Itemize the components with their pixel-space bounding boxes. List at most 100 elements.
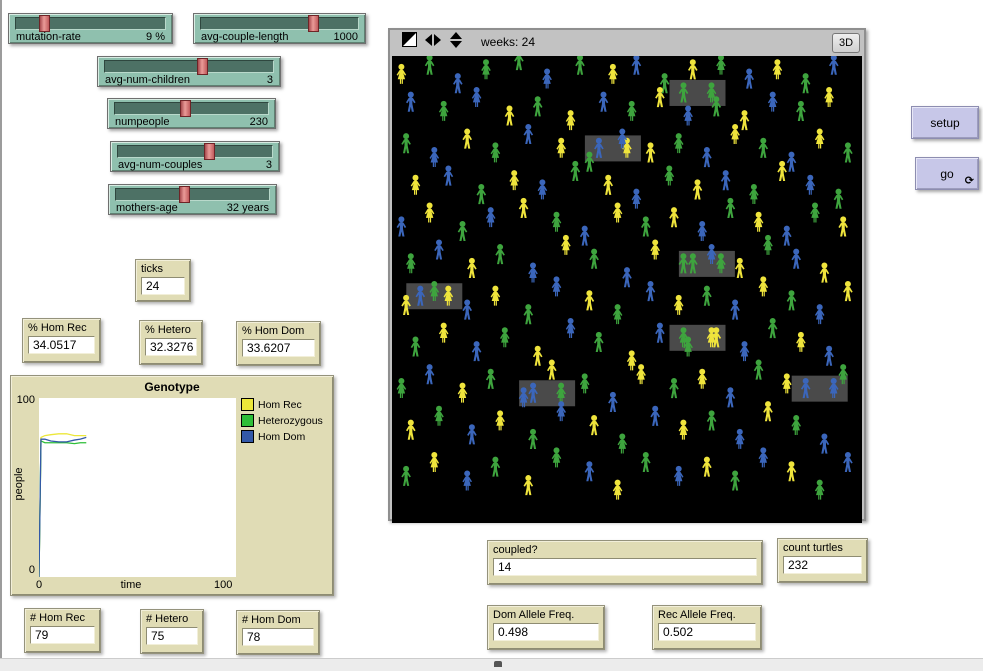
legend-swatch-heterozygous <box>241 414 254 427</box>
monitor-ticks: ticks 24 <box>135 259 191 302</box>
slider-label: avg-num-couples <box>118 159 202 171</box>
slider-handle[interactable] <box>204 143 215 160</box>
legend-item: Heterozygous <box>241 414 323 427</box>
monitor-label: Rec Allele Freq. <box>658 609 756 621</box>
slider-value: 3 <box>266 159 272 171</box>
slider-handle[interactable] <box>179 186 190 203</box>
window-left-edge <box>0 0 2 658</box>
slider-value: 230 <box>250 116 268 128</box>
threed-button[interactable]: 3D <box>832 33 860 53</box>
monitor-pct-hetero: % Hetero 32.3276 <box>139 320 203 365</box>
monitor-label: % Hom Dom <box>242 325 315 337</box>
x-tick-min: 0 <box>36 579 42 591</box>
slider-avg-num-couples[interactable]: avg-num-couples 3 <box>110 141 280 172</box>
legend-swatch-hom-dom <box>241 430 254 443</box>
slider-avg-couple-length[interactable]: avg-couple-length 1000 <box>193 13 366 44</box>
slider-track[interactable] <box>117 145 273 158</box>
monitor-label: count turtles <box>783 542 862 554</box>
slider-value: 32 years <box>227 202 269 214</box>
plot-title: Genotype <box>11 380 333 394</box>
view-horizontal-arrows-icon[interactable] <box>425 33 441 52</box>
world-view: weeks: 24 3D <box>388 28 866 521</box>
monitor-value: 32.3276 <box>145 338 197 356</box>
legend-item: Hom Rec <box>241 398 323 411</box>
slider-label: mothers-age <box>116 202 178 214</box>
monitor-label: # Hetero <box>146 613 198 625</box>
slider-handle[interactable] <box>197 58 208 75</box>
slider-label: avg-num-children <box>105 74 190 86</box>
y-axis-label: people <box>13 454 25 514</box>
slider-track[interactable] <box>104 60 274 73</box>
slider-track[interactable] <box>15 17 166 30</box>
bottom-bar <box>0 658 983 671</box>
view-resize-icon[interactable] <box>402 32 417 52</box>
monitor-label: % Hetero <box>145 324 197 336</box>
legend-swatch-hom-rec <box>241 398 254 411</box>
monitor-pct-hom-rec: % Hom Rec 34.0517 <box>22 318 101 363</box>
setup-button-label: setup <box>930 116 959 130</box>
x-axis-label: time <box>101 579 161 591</box>
tick-counter: weeks: 24 <box>481 35 535 49</box>
monitor-value: 79 <box>30 626 95 644</box>
monitor-label: % Hom Rec <box>28 322 95 334</box>
slider-mothers-age[interactable]: mothers-age 32 years <box>108 184 277 215</box>
monitor-label: # Hom Dom <box>242 614 314 626</box>
monitor-label: Dom Allele Freq. <box>493 609 599 621</box>
slider-value: 3 <box>267 74 273 86</box>
monitor-label: ticks <box>141 263 185 275</box>
window-resize-nub[interactable] <box>494 661 502 667</box>
monitor-value: 24 <box>141 277 185 295</box>
slider-track[interactable] <box>200 17 359 30</box>
go-button[interactable]: go ⟳ <box>915 157 979 190</box>
world-canvas <box>392 56 862 523</box>
monitor-value: 14 <box>493 558 757 576</box>
setup-button[interactable]: setup <box>911 106 979 139</box>
slider-handle[interactable] <box>39 15 50 32</box>
plot-legend: Hom Rec Heterozygous Hom Dom <box>241 398 323 446</box>
monitor-count-turtles: count turtles 232 <box>777 538 868 583</box>
slider-label: avg-couple-length <box>201 31 288 43</box>
plot-lines <box>39 398 236 577</box>
slider-handle[interactable] <box>180 100 191 117</box>
go-button-label: go <box>940 167 953 181</box>
genotype-plot: Genotype 100 0 people 0 100 time Hom Rec… <box>10 375 334 596</box>
monitor-dom-allele-freq: Dom Allele Freq. 0.498 <box>487 605 605 650</box>
slider-label: mutation-rate <box>16 31 81 43</box>
world-svg <box>392 56 862 518</box>
view-header: weeks: 24 3D <box>390 30 864 54</box>
monitor-value: 0.498 <box>493 623 599 641</box>
y-tick-min: 0 <box>13 564 35 576</box>
monitor-num-hom-rec: # Hom Rec 79 <box>24 608 101 653</box>
slider-numpeople[interactable]: numpeople 230 <box>107 98 276 129</box>
monitor-value: 33.6207 <box>242 339 315 357</box>
slider-track[interactable] <box>115 188 270 201</box>
slider-value: 9 % <box>146 31 165 43</box>
monitor-coupled: coupled? 14 <box>487 540 763 585</box>
slider-avg-num-children[interactable]: avg-num-children 3 <box>97 56 281 87</box>
y-tick-max: 100 <box>13 394 35 406</box>
legend-label: Hom Rec <box>258 399 302 411</box>
monitor-pct-hom-dom: % Hom Dom 33.6207 <box>236 321 321 366</box>
forever-icon: ⟳ <box>965 176 974 187</box>
view-vertical-arrows-icon[interactable] <box>449 32 463 53</box>
monitor-rec-allele-freq: Rec Allele Freq. 0.502 <box>652 605 762 650</box>
monitor-value: 0.502 <box>658 623 756 641</box>
monitor-label: # Hom Rec <box>30 612 95 624</box>
slider-label: numpeople <box>115 116 169 128</box>
monitor-label: coupled? <box>493 544 757 556</box>
monitor-value: 232 <box>783 556 862 574</box>
plot-canvas <box>39 398 236 577</box>
slider-mutation-rate[interactable]: mutation-rate 9 % <box>8 13 173 44</box>
slider-track[interactable] <box>114 102 269 115</box>
legend-item: Hom Dom <box>241 430 323 443</box>
slider-value: 1000 <box>334 31 358 43</box>
legend-label: Heterozygous <box>258 415 323 427</box>
monitor-value: 75 <box>146 627 198 645</box>
slider-handle[interactable] <box>308 15 319 32</box>
monitor-num-hetero: # Hetero 75 <box>140 609 204 654</box>
legend-label: Hom Dom <box>258 431 305 443</box>
monitor-num-hom-dom: # Hom Dom 78 <box>236 610 320 655</box>
monitor-value: 34.0517 <box>28 336 95 354</box>
x-tick-max: 100 <box>214 579 232 591</box>
monitor-value: 78 <box>242 628 314 646</box>
